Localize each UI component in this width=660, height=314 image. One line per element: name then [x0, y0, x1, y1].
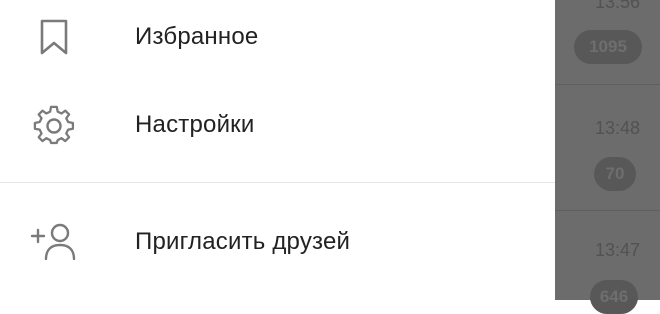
- unread-badge: 70: [594, 157, 636, 191]
- chat-time: 13:48: [594, 118, 640, 138]
- bookmark-icon: [30, 13, 78, 61]
- chat-separator: [555, 84, 660, 85]
- menu-item-label: Избранное: [135, 23, 259, 50]
- menu-item-label: Пригласить друзей: [135, 228, 351, 255]
- add-person-icon: [30, 218, 78, 266]
- gear-icon: [30, 101, 78, 149]
- menu-divider: [0, 182, 555, 183]
- chat-time: 13:56: [594, 0, 640, 12]
- navigation-drawer: Избранное Настройки Пригласить друзей: [0, 0, 555, 300]
- chat-list-overlay[interactable]: 13:56 1095 13:48 70 13:47 646: [555, 0, 660, 314]
- menu-item-settings[interactable]: Настройки: [0, 85, 555, 165]
- menu-item-label: Настройки: [135, 111, 255, 138]
- chat-separator: [555, 210, 660, 211]
- menu-item-invite-friends[interactable]: Пригласить друзей: [0, 202, 555, 282]
- menu-item-favorites[interactable]: Избранное: [0, 0, 555, 77]
- chat-time: 13:47: [594, 240, 640, 260]
- unread-badge: 1095: [574, 30, 642, 64]
- unread-badge: 646: [590, 280, 638, 314]
